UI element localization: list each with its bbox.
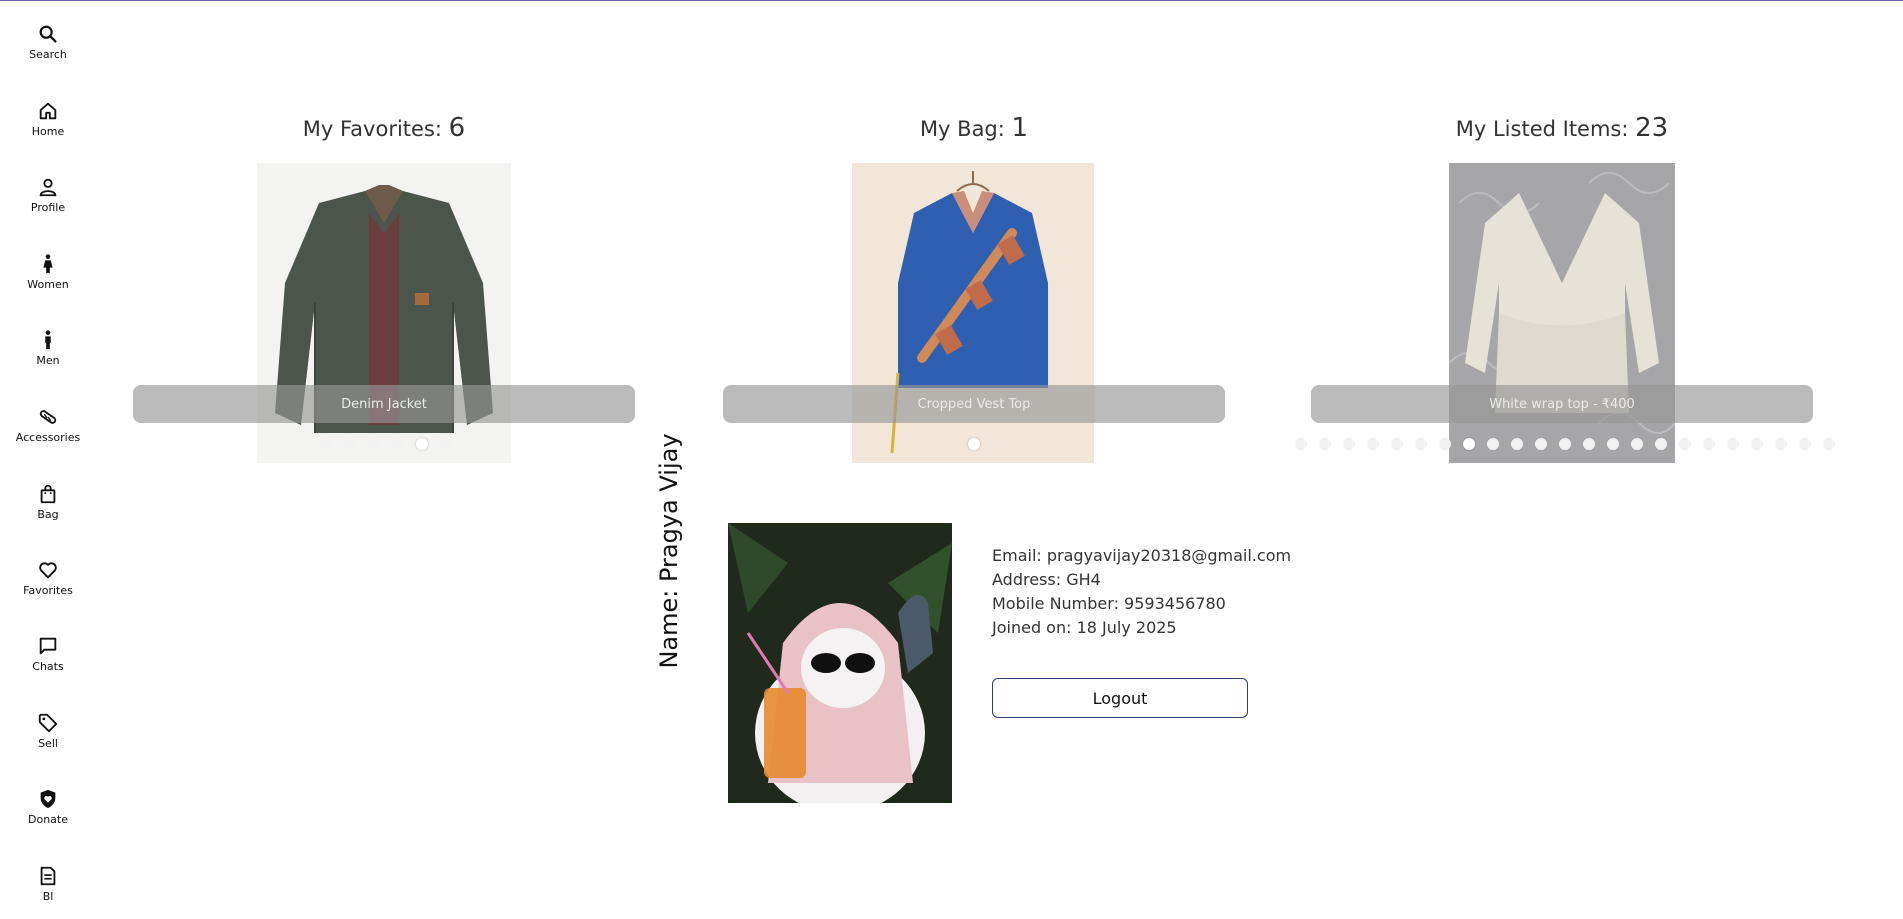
carousel-dot[interactable]	[1775, 438, 1787, 450]
carousel-dot[interactable]	[1511, 438, 1523, 450]
sidebar-item-profile[interactable]: Profile	[0, 172, 96, 230]
carousel-dot[interactable]	[1535, 438, 1547, 450]
profile-mobile: Mobile Number: 9593456780	[992, 594, 1226, 613]
carousel-dot[interactable]	[1367, 438, 1379, 450]
listed-title: My Listed Items: 23	[1455, 113, 1669, 143]
carousel-dot[interactable]	[1631, 438, 1643, 450]
carousel-dot[interactable]	[344, 438, 356, 450]
carousel-dot[interactable]	[1727, 438, 1739, 450]
bag-caption[interactable]: Cropped Vest Top	[723, 385, 1225, 423]
sidebar-item-men[interactable]: Men	[0, 325, 96, 383]
sidebar-item-chats[interactable]: Chats	[0, 631, 96, 689]
carousel-dot[interactable]	[1487, 438, 1499, 450]
document-icon	[40, 866, 56, 886]
man-icon	[45, 330, 51, 350]
sidebar-item-label: Profile	[30, 201, 66, 214]
carousel-dot[interactable]	[1319, 438, 1331, 450]
carousel-dot[interactable]	[1607, 438, 1619, 450]
profile-icon	[39, 178, 57, 197]
sidebar-item-women[interactable]: Women	[0, 249, 96, 307]
listed-pagination	[1295, 438, 1835, 450]
carousel-dot[interactable]	[416, 438, 428, 450]
sidebar-item-label: Bag	[37, 508, 59, 521]
listed-caption[interactable]: White wrap top - ₹400	[1311, 385, 1813, 423]
carousel-dot[interactable]	[1559, 438, 1571, 450]
sidebar-item-sell[interactable]: Sell	[0, 708, 96, 766]
bag-count: 1	[1011, 113, 1029, 143]
sidebar-item-label: Men	[36, 354, 60, 367]
carousel-dot[interactable]	[1751, 438, 1763, 450]
sidebar-item-home[interactable]: Home	[0, 96, 96, 154]
profile-address: Address: GH4	[992, 570, 1101, 589]
carousel-dot[interactable]	[1343, 438, 1355, 450]
sidebar-item-label: Sell	[38, 737, 58, 750]
bag-title: My Bag: 1	[919, 113, 1029, 143]
profile-email: Email: pragyavijay20318@gmail.com	[992, 546, 1292, 565]
heart-shield-icon	[40, 789, 56, 809]
woman-icon	[43, 254, 53, 274]
carousel-dot[interactable]	[320, 438, 332, 450]
carousel-dot[interactable]	[1679, 438, 1691, 450]
favorites-carousel: My Favorites: 6 Denim Jacket	[133, 113, 635, 473]
bag-pagination	[968, 438, 980, 450]
sidebar-item-donate[interactable]: Donate	[0, 784, 96, 842]
listed-carousel: My Listed Items: 23 White wrap top - ₹40…	[1295, 113, 1835, 473]
sidebar-item-search[interactable]: Search	[0, 19, 96, 77]
carousel-dot[interactable]	[1439, 438, 1451, 450]
sidebar-item-label: Women	[27, 278, 69, 291]
favorites-count: 6	[448, 113, 466, 143]
carousel-dot[interactable]	[440, 438, 452, 450]
carousel-dot[interactable]	[1391, 438, 1403, 450]
favorites-caption[interactable]: Denim Jacket	[133, 385, 635, 423]
sidebar-item-blog[interactable]: Bl	[0, 861, 96, 919]
sidebar-item-label: Accessories	[15, 431, 81, 444]
carousel-dot[interactable]	[1655, 438, 1667, 450]
sidebar-item-label: Bl	[42, 890, 54, 903]
sidebar: Search Home Profile Women Men Accessorie…	[0, 1, 96, 903]
carousel-dot[interactable]	[368, 438, 380, 450]
sidebar-item-bag[interactable]: Bag	[0, 479, 96, 537]
bag-carousel: My Bag: 1 Cropped Vest Top	[723, 113, 1225, 473]
carousel-dot[interactable]	[968, 438, 980, 450]
sidebar-item-label: Home	[31, 125, 65, 138]
logout-button[interactable]: Logout	[992, 678, 1248, 718]
favorites-title: My Favorites: 6	[302, 113, 466, 143]
sidebar-item-accessories[interactable]: Accessories	[0, 402, 96, 460]
carousel-dot[interactable]	[1583, 438, 1595, 450]
sidebar-item-favorites[interactable]: Favorites	[0, 555, 96, 613]
sidebar-item-label: Search	[29, 48, 67, 61]
bracelet-icon	[39, 410, 57, 424]
carousel-dot[interactable]	[1415, 438, 1427, 450]
sidebar-item-label: Chats	[32, 660, 64, 673]
carousel-dot[interactable]	[1463, 438, 1475, 450]
favorites-pagination	[320, 438, 452, 450]
home-icon	[39, 102, 57, 120]
heart-icon	[39, 562, 57, 579]
chat-icon	[39, 637, 57, 655]
shopping-bag-icon	[40, 484, 56, 504]
carousel-dot[interactable]	[392, 438, 404, 450]
carousel-dot[interactable]	[1799, 438, 1811, 450]
profile-details: Email: pragyavijay20318@gmail.com Addres…	[992, 544, 1291, 640]
tag-icon	[38, 713, 58, 733]
listed-count: 23	[1635, 113, 1669, 143]
sidebar-item-label: Favorites	[23, 584, 73, 597]
profile-joined: Joined on: 18 July 2025	[992, 618, 1177, 637]
carousel-dot[interactable]	[1295, 438, 1307, 450]
search-icon	[39, 25, 57, 43]
carousel-dot[interactable]	[1823, 438, 1835, 450]
sidebar-item-label: Donate	[28, 813, 68, 826]
carousel-dot[interactable]	[1703, 438, 1715, 450]
avatar	[728, 523, 952, 803]
